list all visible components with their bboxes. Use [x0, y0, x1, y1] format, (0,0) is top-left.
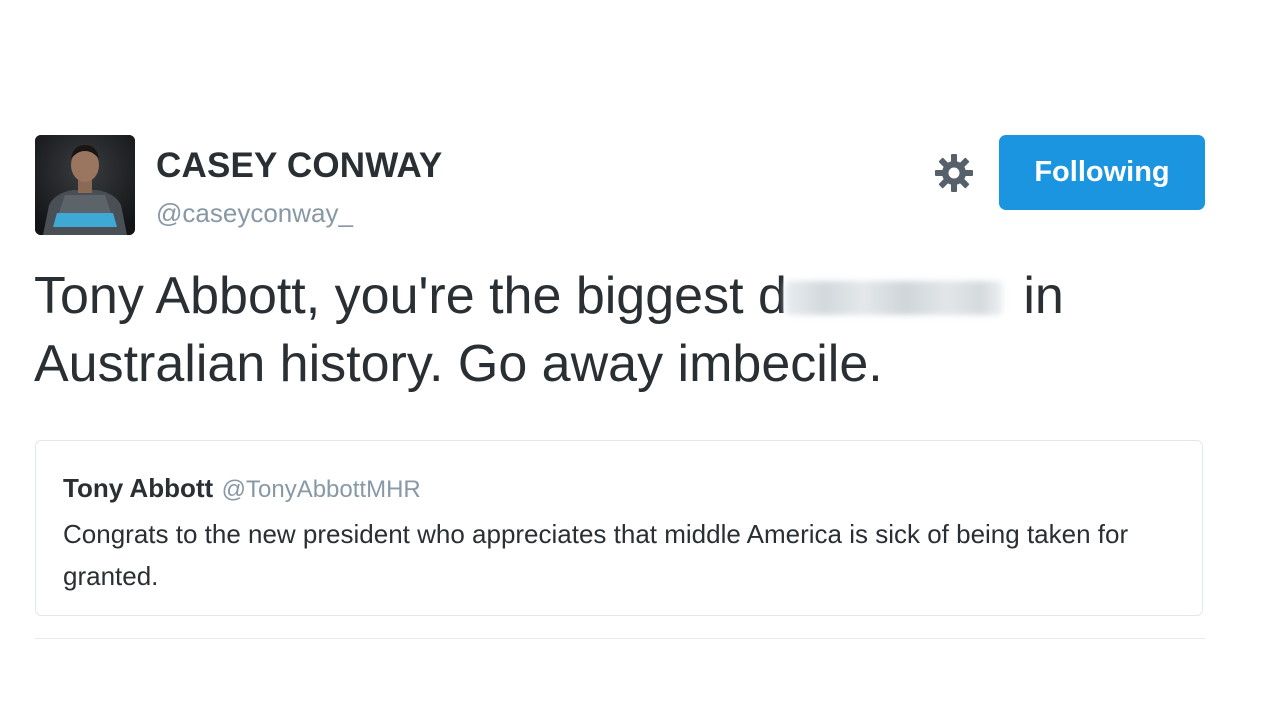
following-button[interactable]: Following [999, 135, 1205, 210]
author-handle[interactable]: @caseyconway_ [156, 198, 353, 229]
tweet-text: Tony Abbott, you're the biggest d in Aus… [34, 262, 1214, 398]
quoted-author-name: Tony Abbott [63, 473, 214, 503]
avatar-photo [35, 135, 135, 235]
avatar[interactable] [35, 135, 135, 235]
divider [35, 638, 1205, 639]
quoted-author-handle: @TonyAbbottMHR [221, 476, 421, 503]
blurred-word [784, 281, 1003, 315]
quoted-tweet-text: Congrats to the new president who apprec… [63, 519, 1129, 591]
quoted-tweet-header: Tony Abbott @TonyAbbottMHR [63, 473, 421, 504]
tweet-text-start: Tony Abbott, you're the biggest d [34, 267, 787, 325]
quoted-tweet-card[interactable]: Tony Abbott @TonyAbbottMHR Congrats to t… [35, 440, 1203, 616]
gear-icon[interactable] [934, 153, 974, 193]
author-display-name[interactable]: CASEY CONWAY [156, 146, 442, 186]
